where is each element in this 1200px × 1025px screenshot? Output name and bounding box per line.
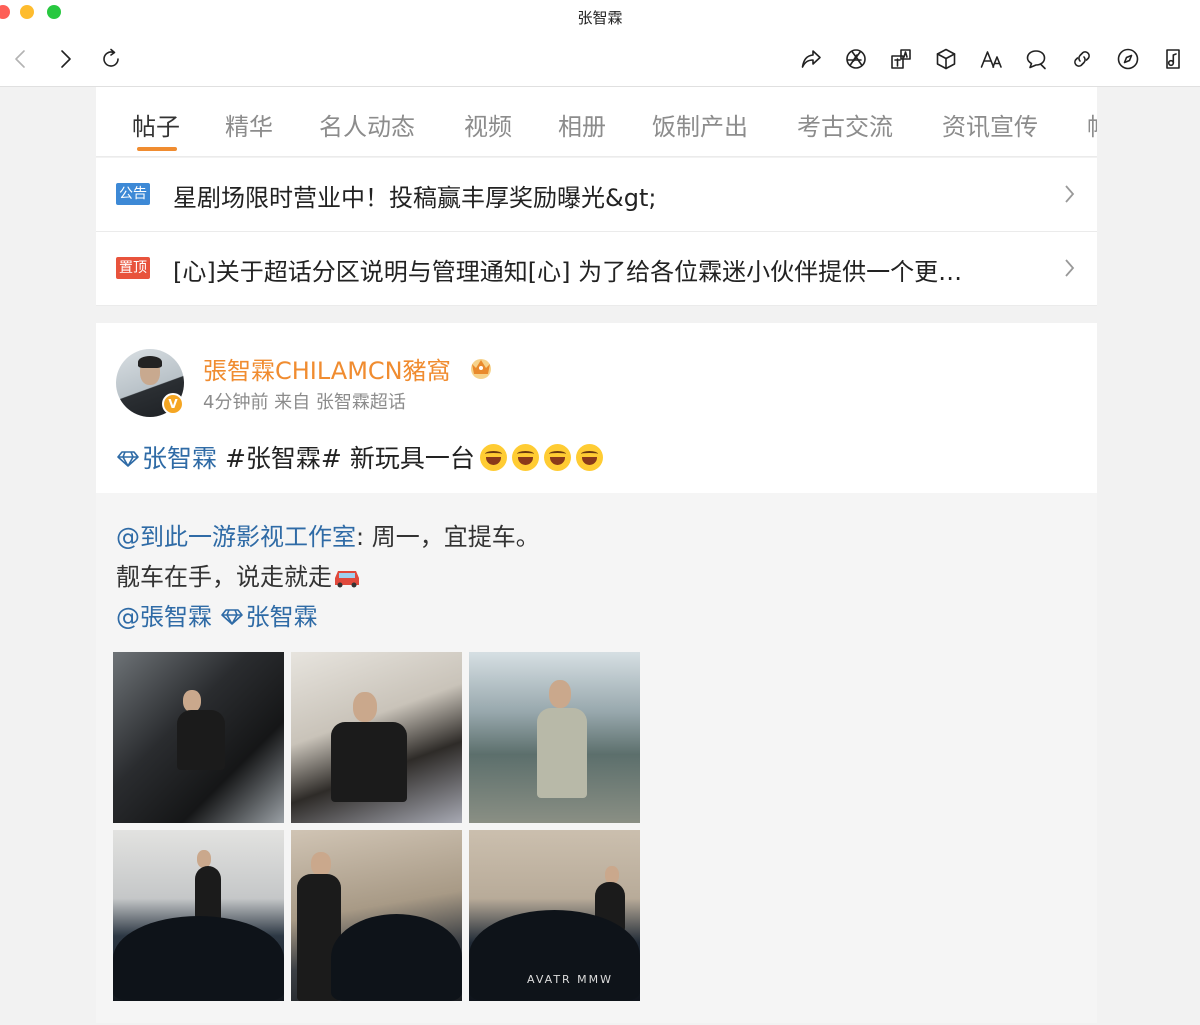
topic-link-label: 张智霖 [142, 444, 218, 473]
reload-icon [103, 48, 119, 67]
active-tab-indicator [137, 147, 177, 151]
laughing-emoji-icon [479, 444, 507, 471]
aperture-icon [846, 49, 866, 69]
link-icon [1074, 51, 1090, 67]
repost-line-3: @張智霖 张智霖 [116, 597, 318, 632]
photo-person [177, 710, 225, 770]
forward-button[interactable] [52, 46, 78, 72]
tab-posts[interactable]: 帖子 [132, 107, 180, 142]
toolbar [0, 30, 1200, 87]
window-title-bar: 张智霖 [0, 0, 1200, 30]
tab-albums[interactable]: 相册 [558, 107, 606, 142]
post-meta: 4分钟前 来自 张智霖超话 [203, 392, 406, 413]
chevron-right-icon [1057, 256, 1081, 280]
translate-icon [891, 49, 911, 69]
photo-person-head [311, 852, 331, 876]
tab-more[interactable]: 帖 [1087, 107, 1097, 142]
repost-line-1-text: : 周一，宜提车。 [356, 523, 540, 551]
repost-line-1: @到此一游影视工作室: 周一，宜提车。 [116, 517, 540, 552]
link-button[interactable] [1069, 46, 1095, 72]
forward-icon [61, 50, 71, 68]
photo-grid: AVATR MMW [113, 652, 641, 1002]
laughing-emoji-icon [511, 444, 539, 471]
car-emoji-icon [335, 571, 359, 588]
tab-news-promo[interactable]: 资讯宣传 [942, 107, 1038, 142]
photo-person-head [183, 690, 201, 712]
tab-featured[interactable]: 精华 [225, 107, 273, 142]
music-note-icon [1166, 49, 1180, 69]
tab-fan-works[interactable]: 饭制产出 [652, 107, 748, 142]
back-icon [15, 50, 25, 68]
photo-person-head [353, 692, 377, 722]
post-author-name[interactable]: 張智霖CHILAMCN豬窩 [203, 351, 451, 386]
pinned-row[interactable]: 置顶 [心]关于超话分区说明与管理通知[心] 为了给各位霖迷小伙伴提供一个更… [96, 232, 1097, 306]
compass-button[interactable] [1115, 46, 1141, 72]
music-button[interactable] [1160, 46, 1186, 72]
tab-celebrity-updates[interactable]: 名人动态 [319, 107, 415, 142]
photo-thumbnail[interactable] [113, 652, 284, 823]
photo-thumbnail[interactable] [291, 652, 462, 823]
translate-button[interactable] [888, 46, 914, 72]
rofl-emoji-icon [543, 444, 571, 471]
photo-thumbnail[interactable]: AVATR MMW [469, 830, 640, 1001]
box-icon [936, 48, 956, 70]
announcement-badge: 公告 [116, 183, 150, 205]
back-button[interactable] [8, 46, 34, 72]
repost-topic-label: 张智霖 [245, 603, 318, 631]
photo-car [331, 914, 462, 1001]
share-icon [801, 50, 821, 68]
comment-button[interactable] [1023, 46, 1049, 72]
verified-badge-icon: V [162, 393, 184, 415]
window-title: 张智霖 [577, 9, 623, 27]
repost-line-2: 靓车在手，说走就走 [116, 557, 362, 592]
photo-car-badge-text: AVATR MMW [527, 973, 614, 986]
photo-person [331, 722, 407, 802]
pinned-text: [心]关于超话分区说明与管理通知[心] 为了给各位霖迷小伙伴提供一个更… [173, 258, 963, 286]
text-size-icon [980, 51, 1002, 68]
chevron-right-icon [1057, 182, 1081, 206]
topic-link[interactable]: 张智霖 [116, 444, 217, 473]
mention-self-link[interactable]: @張智霖 [116, 603, 212, 631]
crown-icon [471, 359, 491, 379]
rofl-emoji-icon [575, 444, 603, 471]
diamond-icon [117, 451, 139, 467]
share-button[interactable] [798, 46, 824, 72]
diamond-icon [220, 609, 243, 625]
reposted-content: @到此一游影视工作室: 周一，宜提车。 靓车在手，说走就走 @張智霖 张智霖 A… [96, 493, 1097, 1023]
tab-videos[interactable]: 视频 [464, 107, 512, 142]
repost-topic-link[interactable]: 张智霖 [220, 603, 318, 631]
announcement-text: 星剧场限时营业中！投稿赢丰厚奖励曝光&gt; [173, 184, 657, 212]
post-card: V 張智霖CHILAMCN豬窩 4分钟前 来自 张智霖超话 张智霖 #张智霖# … [96, 323, 1097, 1023]
pinned-badge: 置顶 [116, 257, 150, 279]
photo-person [537, 708, 587, 798]
post-body: 新玩具一台 [341, 444, 475, 473]
reload-button[interactable] [98, 46, 124, 72]
mention-studio-link[interactable]: @到此一游影视工作室 [116, 523, 356, 551]
text-size-button[interactable] [978, 46, 1004, 72]
tab-bar: 帖子 精华 名人动态 视频 相册 饭制产出 考古交流 资讯宣传 帖 [96, 87, 1097, 157]
compass-icon [1117, 48, 1139, 70]
photo-thumbnail[interactable] [113, 830, 284, 1001]
photo-person [195, 866, 221, 922]
post-text: 张智霖 #张智霖# 新玩具一台 [116, 439, 603, 475]
repost-line-2-text: 靓车在手，说走就走 [116, 563, 332, 591]
photo-person-head [549, 680, 571, 708]
post-hashtag[interactable]: #张智霖# [225, 444, 342, 473]
announcement-row[interactable]: 公告 星剧场限时营业中！投稿赢丰厚奖励曝光&gt; [96, 158, 1097, 232]
photo-thumbnail[interactable] [469, 652, 640, 823]
aperture-button[interactable] [843, 46, 869, 72]
box-button[interactable] [933, 46, 959, 72]
photo-thumbnail[interactable] [291, 830, 462, 1001]
photo-car [469, 910, 640, 1001]
avatar-hair [138, 356, 162, 368]
comment-icon [1026, 50, 1046, 70]
photo-car [113, 916, 284, 1001]
tab-archive-exchange[interactable]: 考古交流 [797, 107, 893, 142]
